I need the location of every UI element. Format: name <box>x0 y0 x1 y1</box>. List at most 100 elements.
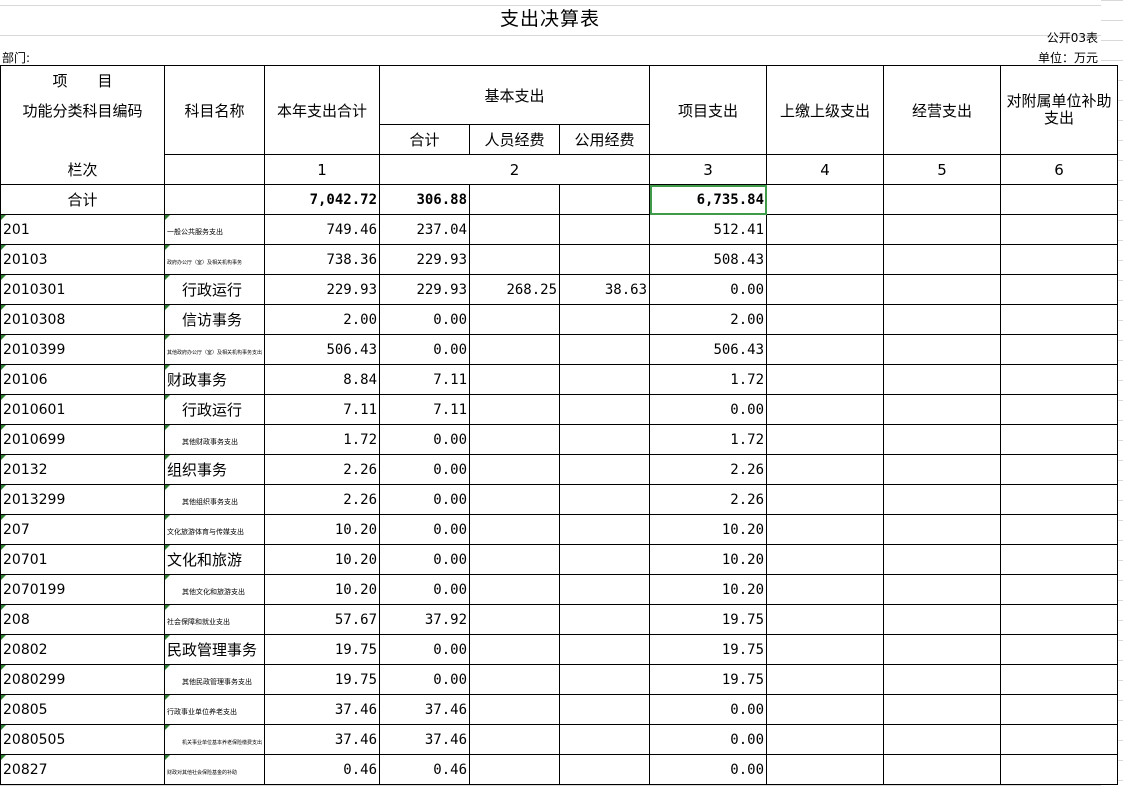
total-upper-cell[interactable] <box>766 184 885 215</box>
header-col-index[interactable]: 栏次 <box>0 154 165 185</box>
cell-project[interactable]: 19.75 <box>649 634 768 665</box>
cell-project[interactable]: 19.75 <box>649 604 768 635</box>
cell-code[interactable]: 207 <box>0 514 165 545</box>
cell-name[interactable]: 行政运行 <box>163 274 266 305</box>
cell-public[interactable] <box>559 604 651 635</box>
cell-upper[interactable] <box>766 454 885 485</box>
cell-subsidy[interactable] <box>1000 334 1119 365</box>
cell-subsidy[interactable] <box>1000 724 1119 755</box>
cell-public[interactable] <box>559 724 651 755</box>
cell-personnel[interactable] <box>469 304 561 335</box>
cell-project[interactable]: 0.00 <box>649 754 768 785</box>
cell-upper[interactable] <box>766 754 885 785</box>
total-subsidy-cell[interactable] <box>1000 184 1119 215</box>
cell-total[interactable]: 19.75 <box>264 634 381 665</box>
cell-subsidy[interactable] <box>1000 424 1119 455</box>
cell-project[interactable]: 10.20 <box>649 514 768 545</box>
header-basic-total[interactable]: 合计 <box>379 124 471 155</box>
cell-subsidy[interactable] <box>1000 634 1119 665</box>
cell-basic[interactable]: 37.46 <box>379 724 471 755</box>
cell-upper[interactable] <box>766 424 885 455</box>
cell-operating[interactable] <box>883 244 1002 275</box>
cell-subsidy[interactable] <box>1000 754 1119 785</box>
cell-code[interactable]: 20805 <box>0 694 165 725</box>
cell-personnel[interactable] <box>469 604 561 635</box>
cell-total[interactable]: 2.00 <box>264 304 381 335</box>
cell-total[interactable]: 738.36 <box>264 244 381 275</box>
header-func-code[interactable]: 功能分类科目编码 <box>0 95 165 125</box>
cell-name[interactable]: 组织事务 <box>163 454 266 485</box>
cell-basic[interactable]: 0.46 <box>379 754 471 785</box>
cell-code[interactable]: 20103 <box>0 244 165 275</box>
cell-subsidy[interactable] <box>1000 394 1119 425</box>
cell-basic[interactable]: 0.00 <box>379 334 471 365</box>
cell-subsidy[interactable] <box>1000 484 1119 515</box>
cell-total[interactable]: 229.93 <box>264 274 381 305</box>
cell-operating[interactable] <box>883 514 1002 545</box>
cell-total[interactable]: 749.46 <box>264 214 381 245</box>
cell-subsidy[interactable] <box>1000 514 1119 545</box>
total-name-cell[interactable] <box>163 184 266 215</box>
cell-project[interactable]: 506.43 <box>649 334 768 365</box>
cell-operating[interactable] <box>883 394 1002 425</box>
cell-operating[interactable] <box>883 604 1002 635</box>
cell-public[interactable] <box>559 754 651 785</box>
total-public-cell[interactable] <box>559 184 651 215</box>
total-label[interactable]: 合计 <box>0 184 165 215</box>
cell-public[interactable] <box>559 634 651 665</box>
cell-upper[interactable] <box>766 574 885 605</box>
cell-personnel[interactable] <box>469 514 561 545</box>
cell-basic[interactable]: 7.11 <box>379 364 471 395</box>
cell-subsidy[interactable] <box>1000 544 1119 575</box>
cell-name[interactable]: 财政事务 <box>163 364 266 395</box>
cell-total[interactable]: 37.46 <box>264 694 381 725</box>
cell-total[interactable]: 1.72 <box>264 424 381 455</box>
cell-total[interactable]: 10.20 <box>264 514 381 545</box>
cell-project[interactable]: 512.41 <box>649 214 768 245</box>
total-personnel-cell[interactable] <box>469 184 561 215</box>
cell-name[interactable]: 其他民政管理事务支出 <box>163 664 266 695</box>
cell-total[interactable]: 0.46 <box>264 754 381 785</box>
cell-code[interactable]: 20701 <box>0 544 165 575</box>
header-upper[interactable]: 上缴上级支出 <box>766 65 885 155</box>
total-year-cell[interactable]: 7,042.72 <box>264 184 381 215</box>
cell-project[interactable]: 0.00 <box>649 274 768 305</box>
cell-personnel[interactable] <box>469 334 561 365</box>
cell-personnel[interactable] <box>469 424 561 455</box>
cell-project[interactable]: 2.26 <box>649 454 768 485</box>
cell-code[interactable]: 2010601 <box>0 394 165 425</box>
cell-name[interactable]: 社会保障和就业支出 <box>163 604 266 635</box>
cell-public[interactable] <box>559 214 651 245</box>
cell-basic[interactable]: 7.11 <box>379 394 471 425</box>
cell-name[interactable]: 其他组织事务支出 <box>163 484 266 515</box>
total-project-cell[interactable]: 6,735.84 <box>649 184 768 215</box>
cell-operating[interactable] <box>883 304 1002 335</box>
cell-subsidy[interactable] <box>1000 364 1119 395</box>
cell-personnel[interactable] <box>469 364 561 395</box>
cell-name[interactable]: 行政运行 <box>163 394 266 425</box>
cell-personnel[interactable] <box>469 634 561 665</box>
cell-public[interactable] <box>559 304 651 335</box>
header-xiangmu[interactable]: 项 目 <box>0 65 165 96</box>
cell-public[interactable] <box>559 244 651 275</box>
cell-project[interactable]: 2.00 <box>649 304 768 335</box>
cell-name[interactable]: 一般公共服务支出 <box>163 214 266 245</box>
header-operating[interactable]: 经营支出 <box>883 65 1002 155</box>
cell-operating[interactable] <box>883 724 1002 755</box>
cell-subsidy[interactable] <box>1000 244 1119 275</box>
cell-personnel[interactable] <box>469 574 561 605</box>
cell-name[interactable]: 信访事务 <box>163 304 266 335</box>
cell-code[interactable]: 2010308 <box>0 304 165 335</box>
cell-personnel[interactable] <box>469 394 561 425</box>
cell-basic[interactable]: 0.00 <box>379 424 471 455</box>
header-idx6[interactable]: 6 <box>1000 154 1119 185</box>
cell-subsidy[interactable] <box>1000 274 1119 305</box>
cell-basic[interactable]: 0.00 <box>379 544 471 575</box>
cell-personnel[interactable] <box>469 484 561 515</box>
cell-public[interactable] <box>559 454 651 485</box>
cell-project[interactable]: 19.75 <box>649 664 768 695</box>
header-subject-name[interactable]: 科目名称 <box>163 65 266 155</box>
cell-operating[interactable] <box>883 364 1002 395</box>
cell-code[interactable]: 20132 <box>0 454 165 485</box>
cell-basic[interactable]: 37.46 <box>379 694 471 725</box>
